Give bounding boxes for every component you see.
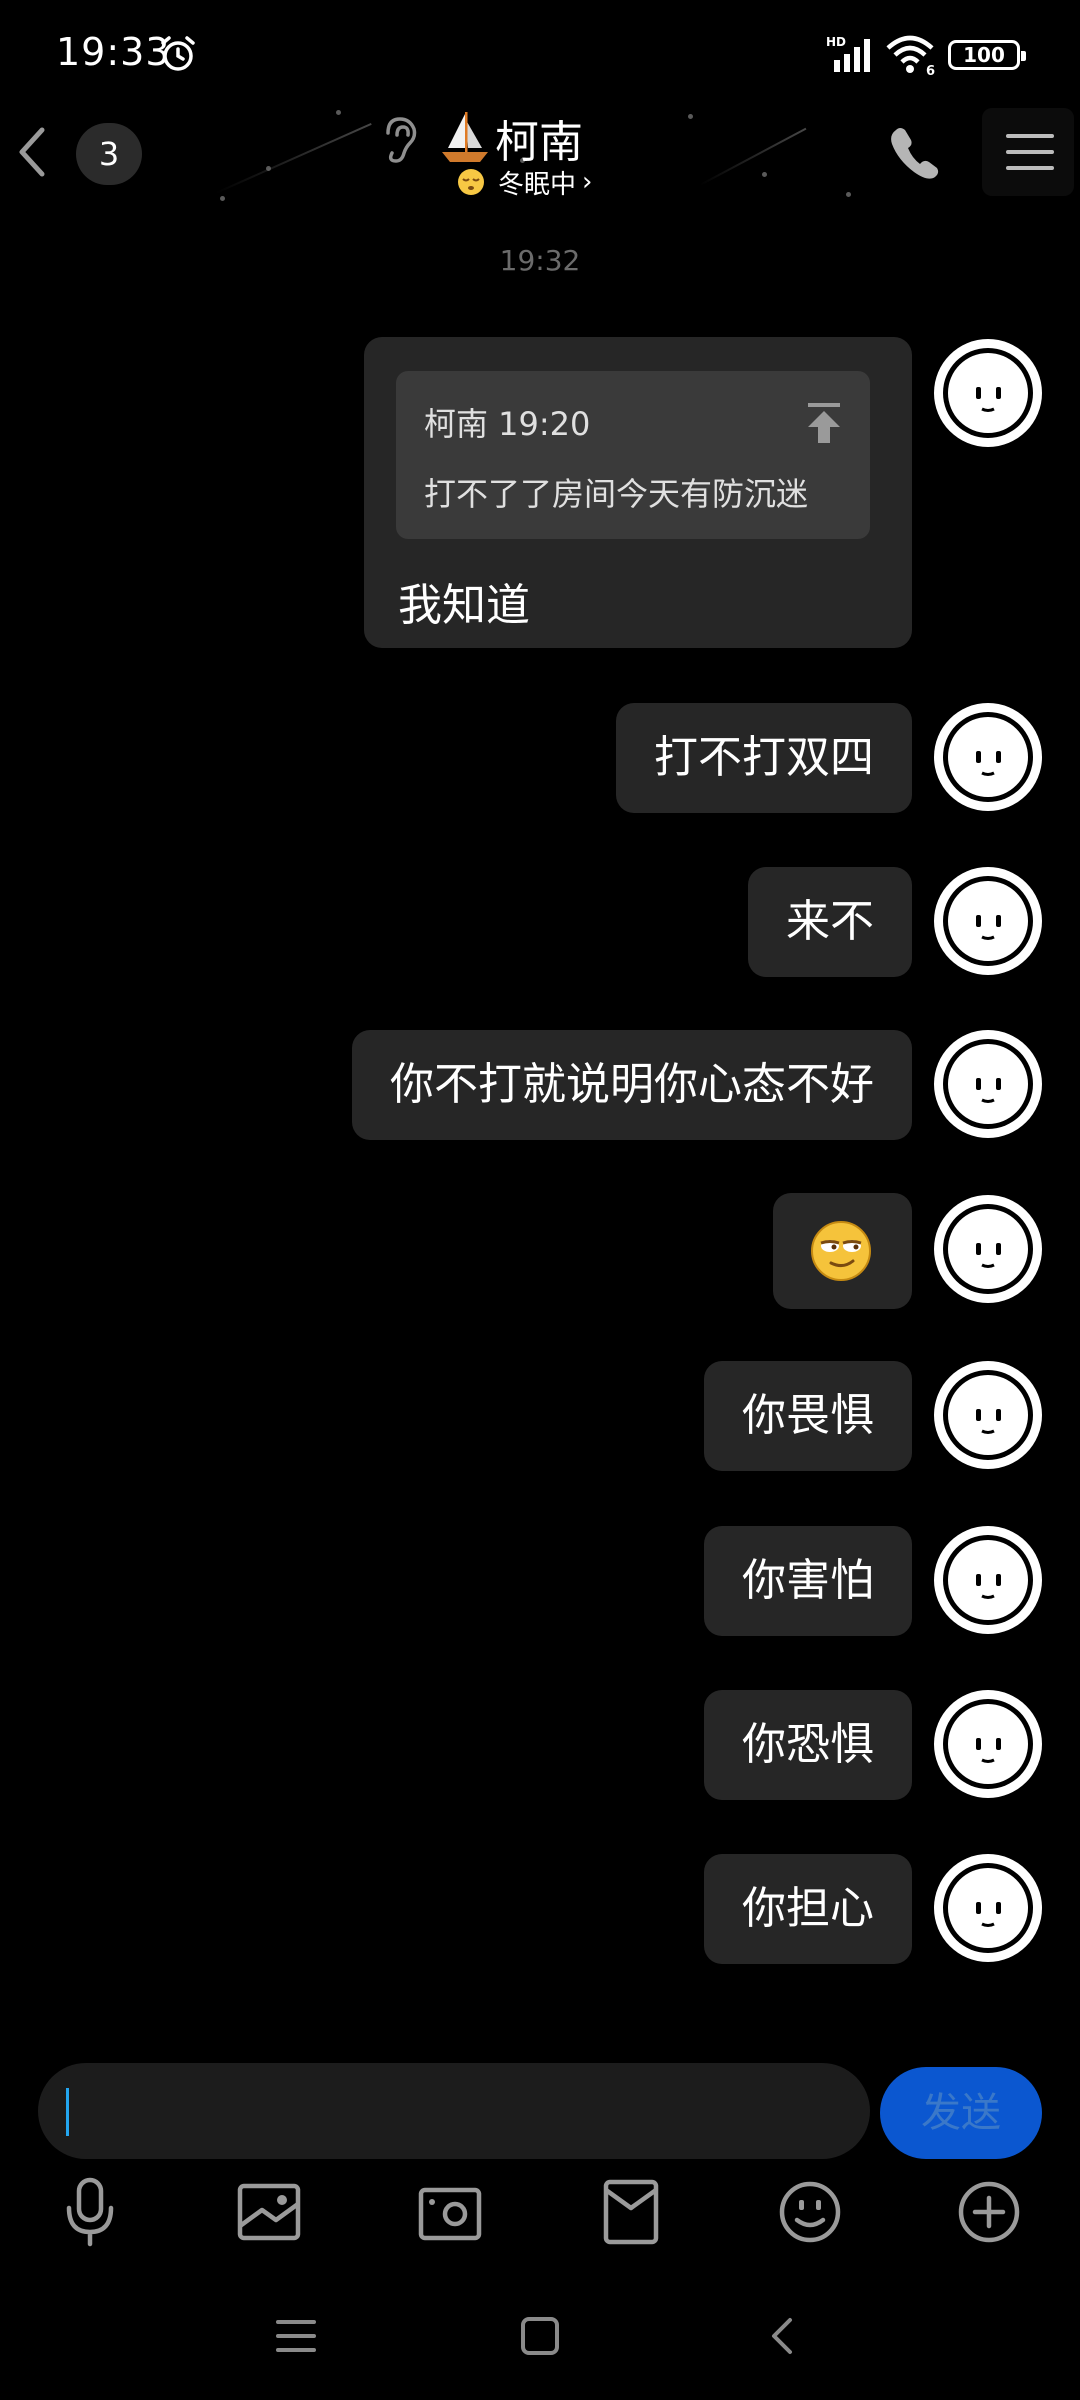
menu-button[interactable] <box>982 108 1074 196</box>
status-bar: 19:33 HD 6 100 <box>0 0 1080 110</box>
menu-icon <box>1006 134 1054 170</box>
microphone-icon[interactable] <box>57 2176 123 2248</box>
sleepy-emoji-icon <box>458 169 484 195</box>
message-bubble[interactable]: 来不 <box>748 867 912 977</box>
header-star <box>762 172 767 177</box>
message-bubble[interactable]: 你恐惧 <box>704 1690 912 1800</box>
back-icon[interactable] <box>762 2314 806 2358</box>
sailboat-icon <box>442 112 488 162</box>
message-bubble[interactable]: 你担心 <box>704 1854 912 1964</box>
avatar-face-icon <box>976 915 1001 940</box>
text-caret <box>66 2088 69 2136</box>
avatar[interactable] <box>934 1030 1042 1138</box>
status-chevron: › <box>582 167 593 197</box>
avatar-face-icon <box>976 1078 1001 1103</box>
avatar-face-icon <box>976 751 1001 776</box>
jump-to-quote-icon[interactable] <box>802 399 846 445</box>
quoted-message-card[interactable]: 柯南 19:20 打不了了房间今天有防沉迷 <box>396 371 870 539</box>
avatar[interactable] <box>934 1526 1042 1634</box>
ear-icon[interactable] <box>380 115 424 165</box>
quoted-sender-time: 柯南 19:20 <box>424 405 591 443</box>
contact-name[interactable]: 柯南 <box>495 106 583 170</box>
svg-text:6: 6 <box>926 64 935 76</box>
back-chevron-icon[interactable] <box>6 120 62 184</box>
camera-icon[interactable] <box>417 2176 483 2248</box>
emoji-icon[interactable] <box>777 2176 843 2248</box>
avatar-face-icon <box>976 1902 1001 1927</box>
recents-icon[interactable] <box>274 2314 318 2358</box>
svg-text:HD: HD <box>826 35 846 49</box>
contact-status-text: 冬眠中 <box>498 169 577 200</box>
avatar-face-icon <box>976 1243 1001 1268</box>
phone-icon[interactable] <box>886 122 940 180</box>
quoted-text: 打不了了房间今天有防沉迷 <box>424 475 809 513</box>
avatar-face-icon <box>976 1738 1001 1763</box>
header-streak <box>699 127 807 186</box>
avatar[interactable] <box>934 1195 1042 1303</box>
message-input[interactable] <box>38 2063 870 2159</box>
wifi-icon: 6 <box>886 35 935 76</box>
header-star <box>336 110 341 115</box>
avatar[interactable] <box>934 1690 1042 1798</box>
avatar-face-icon <box>976 1409 1001 1434</box>
contact-status[interactable]: 冬眠中 › <box>456 164 592 200</box>
send-button[interactable]: 发送 <box>880 2067 1042 2159</box>
avatar[interactable] <box>934 1854 1042 1962</box>
header-star <box>220 196 225 201</box>
header-streak <box>215 122 372 194</box>
avatar[interactable] <box>934 867 1042 975</box>
avatar-face-icon <box>976 1574 1001 1599</box>
message-bubble[interactable]: 打不打双四 <box>616 703 912 813</box>
avatar[interactable] <box>934 339 1042 447</box>
message-bubble[interactable]: 你畏惧 <box>704 1361 912 1471</box>
message-bubble[interactable]: 你害怕 <box>704 1526 912 1636</box>
avatar[interactable] <box>934 703 1042 811</box>
image-icon[interactable] <box>236 2176 302 2248</box>
header-star <box>846 192 851 197</box>
header-star <box>688 114 693 119</box>
alarm-icon <box>161 36 195 71</box>
chat-header: 3 柯南 冬眠中 › <box>0 100 1080 210</box>
status-time: 19:33 <box>56 30 171 74</box>
reply-text: 我知道 <box>398 580 530 631</box>
chat-toolbar <box>0 2176 1080 2252</box>
hd-signal-icon: HD <box>826 35 870 72</box>
avatar-face-icon <box>976 387 1001 412</box>
unread-count-badge[interactable]: 3 <box>76 123 142 185</box>
red-packet-icon[interactable] <box>598 2176 664 2248</box>
smirk-emoji-icon <box>811 1221 871 1281</box>
quoted-reply-bubble[interactable]: 柯南 19:20 打不了了房间今天有防沉迷 我知道 <box>364 337 912 648</box>
emoji-message-bubble[interactable] <box>773 1193 912 1309</box>
home-icon[interactable] <box>518 2314 562 2358</box>
battery-indicator: 100 <box>948 40 1026 70</box>
message-timestamp: 19:32 <box>499 244 581 277</box>
plus-icon[interactable] <box>956 2176 1022 2248</box>
system-nav-bar <box>0 2300 1080 2400</box>
avatar[interactable] <box>934 1361 1042 1469</box>
message-bubble[interactable]: 你不打就说明你心态不好 <box>352 1030 912 1140</box>
